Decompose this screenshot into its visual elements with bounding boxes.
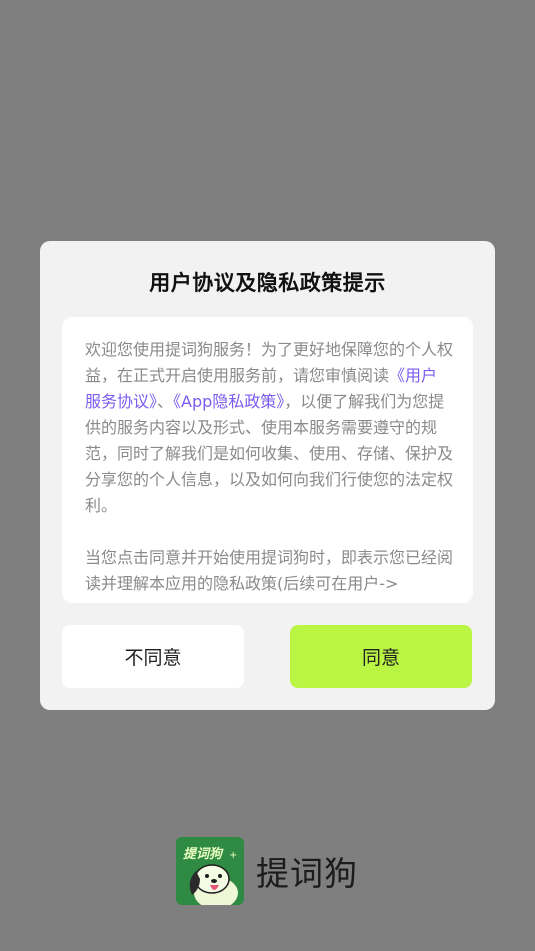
app-icon-wordmark: 提词狗 [183, 846, 224, 862]
privacy-policy-link[interactable]: 《App隐私政策》 [173, 392, 284, 411]
dog-mascot-icon: 提词狗 + [176, 837, 244, 905]
svg-text:+: + [229, 850, 237, 861]
app-name: 提词狗 [256, 854, 358, 893]
dialog-title: 用户协议及隐私政策提示 [149, 271, 386, 295]
privacy-dialog: 用户协议及隐私政策提示 欢迎您使用提词狗服务！为了更好地保障您的个人权益，在正式… [40, 241, 495, 710]
agreement-text[interactable]: 欢迎您使用提词狗服务！为了更好地保障您的个人权益，在正式开启使用服务前，请您审慎… [85, 337, 453, 602]
disagree-button[interactable]: 不同意 [62, 625, 244, 688]
agreement-paragraph-2: 当您点击同意并开始使用提词狗时，即表示您已经阅读并理解本应用的隐私政策(后续可在… [85, 548, 453, 593]
agree-button[interactable]: 同意 [290, 625, 472, 688]
agreement-paragraph-1: 欢迎您使用提词狗服务！为了更好地保障您的个人权益，在正式开启使用服务前，请您审慎… [85, 337, 453, 519]
agreement-content-box[interactable]: 欢迎您使用提词狗服务！为了更好地保障您的个人权益，在正式开启使用服务前，请您审慎… [62, 317, 473, 603]
brand-footer: 提词狗 + 提词狗 [176, 837, 358, 905]
link-separator: 、 [157, 392, 174, 411]
